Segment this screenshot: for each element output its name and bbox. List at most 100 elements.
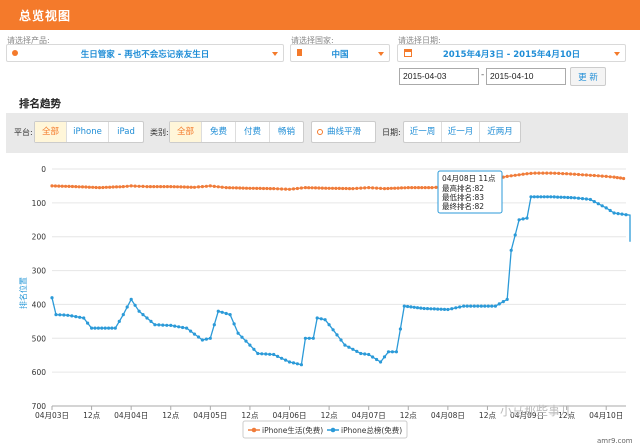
series-2-point bbox=[562, 195, 567, 199]
range-separator: - bbox=[481, 70, 485, 80]
series-2-point bbox=[616, 212, 620, 216]
platform-ipad-button[interactable]: iPad bbox=[109, 122, 143, 142]
date-two-months-button[interactable]: 近两月 bbox=[480, 122, 520, 142]
series-2-point bbox=[103, 326, 107, 330]
series-2-point bbox=[432, 307, 436, 311]
series-1-point bbox=[382, 187, 387, 191]
series-2-point bbox=[220, 310, 224, 314]
y-tick-label: 100 bbox=[32, 199, 47, 208]
type-group: 全部 免费 付费 畅销 bbox=[169, 121, 304, 143]
series-2-point bbox=[169, 323, 173, 327]
series-2-point bbox=[539, 195, 543, 199]
section-title: 排名趋势 bbox=[19, 98, 61, 110]
series-1-point bbox=[327, 186, 331, 190]
series-1-point bbox=[410, 186, 414, 190]
platform-iphone-button[interactable]: iPhone bbox=[67, 122, 109, 142]
series-1-point bbox=[50, 184, 54, 188]
series-2-point bbox=[580, 197, 585, 201]
date-week-button[interactable]: 近一周 bbox=[404, 122, 442, 142]
type-free-button[interactable]: 免费 bbox=[202, 122, 236, 142]
series-1-point bbox=[74, 185, 78, 189]
series-2-point bbox=[490, 304, 494, 308]
tooltip-time: 04月08日 11点 bbox=[442, 174, 496, 183]
series-1-point bbox=[238, 186, 242, 190]
series-2-point bbox=[351, 347, 355, 351]
series-1-point bbox=[517, 173, 521, 177]
series-2-point bbox=[572, 196, 577, 200]
update-button[interactable]: 更 新 bbox=[570, 67, 606, 86]
series-2-point bbox=[608, 208, 612, 213]
series-2-point bbox=[82, 316, 86, 320]
series-2-point bbox=[165, 323, 169, 327]
series-2-point bbox=[196, 335, 201, 339]
series-1-point bbox=[521, 172, 525, 176]
series-1-point bbox=[615, 176, 619, 180]
series-1-point bbox=[129, 184, 133, 188]
series-2-point bbox=[93, 326, 97, 330]
series-2-point bbox=[335, 333, 339, 337]
date-month-button[interactable]: 近一月 bbox=[442, 122, 480, 142]
series-1-point bbox=[347, 187, 352, 191]
tooltip-highest: 最高排名:82 bbox=[442, 183, 484, 193]
type-grossing-button[interactable]: 畅销 bbox=[270, 122, 303, 142]
series-2-point bbox=[454, 306, 458, 310]
series-1-point bbox=[179, 185, 183, 189]
platform-label: 平台: bbox=[14, 128, 33, 137]
product-select[interactable]: 生日管家 - 再也不会忘记亲友生日 bbox=[6, 44, 284, 62]
series-2-point bbox=[412, 305, 416, 309]
series-2-point bbox=[604, 206, 608, 210]
series-1-point bbox=[80, 185, 85, 189]
series-2-point bbox=[409, 305, 413, 309]
series-1-point bbox=[324, 186, 328, 190]
series-2-point bbox=[493, 304, 497, 308]
type-paid-button[interactable]: 付费 bbox=[236, 122, 270, 142]
legend-label-1[interactable]: iPhone生活(免费) bbox=[262, 425, 323, 435]
series-2-point bbox=[501, 300, 505, 304]
x-tick-label: 12点 bbox=[241, 411, 259, 420]
y-tick-label: 200 bbox=[32, 233, 47, 242]
series-2-point bbox=[62, 313, 66, 317]
end-date-input[interactable]: 2015-04-10 bbox=[486, 68, 566, 85]
series-1-point bbox=[125, 184, 129, 188]
start-date-input[interactable]: 2015-04-03 bbox=[399, 68, 479, 85]
series-2-point bbox=[236, 331, 240, 335]
series-1-point bbox=[359, 186, 363, 190]
legend-label-2[interactable]: iPhone总榜(免费) bbox=[341, 425, 402, 435]
x-tick-label: 04月06日 bbox=[272, 411, 306, 420]
chart-grid bbox=[52, 168, 626, 407]
series-1-point bbox=[612, 175, 616, 179]
series-1-point bbox=[533, 171, 537, 175]
platform-all-button[interactable]: 全部 bbox=[35, 122, 67, 142]
series-1-point bbox=[545, 171, 549, 175]
series-1-point bbox=[261, 186, 266, 191]
series-1-point bbox=[393, 186, 397, 190]
country-select[interactable]: 中国 bbox=[290, 44, 390, 62]
type-all-button[interactable]: 全部 bbox=[170, 122, 202, 142]
smooth-curve-toggle[interactable]: 曲线平滑 bbox=[311, 121, 376, 143]
series-1-point bbox=[155, 185, 159, 189]
series-2-point bbox=[486, 304, 490, 308]
series-1-point bbox=[208, 184, 212, 188]
series-2-point bbox=[469, 304, 473, 308]
series-1-point bbox=[64, 184, 68, 188]
series-1-point bbox=[118, 185, 122, 189]
series-2-point bbox=[113, 326, 117, 330]
series-2-point bbox=[256, 351, 260, 356]
series-1-point bbox=[572, 172, 577, 176]
series-1-point bbox=[67, 184, 71, 188]
series-2-point bbox=[479, 304, 483, 308]
series-2-point bbox=[260, 352, 264, 356]
series-1-point bbox=[244, 186, 249, 190]
series-1-point bbox=[307, 186, 311, 190]
series-2-point bbox=[450, 307, 454, 311]
series-1-point bbox=[618, 176, 623, 180]
series-2-point bbox=[323, 318, 327, 322]
series-2-point bbox=[476, 304, 480, 308]
series-2-point bbox=[149, 319, 153, 323]
date-range-select[interactable]: 2015年4月3日 - 2015年4月10日 bbox=[397, 44, 626, 62]
series-1-point bbox=[371, 186, 375, 190]
series-1-point bbox=[265, 186, 269, 191]
series-2-point bbox=[315, 316, 319, 320]
series-2-point bbox=[367, 352, 371, 357]
series-1-point bbox=[169, 185, 173, 189]
